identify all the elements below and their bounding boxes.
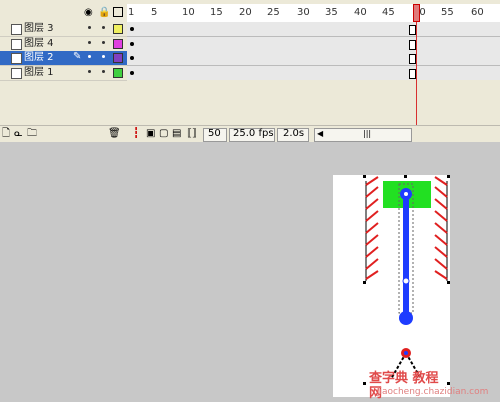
ruler-tick-label: 60 [471,7,484,18]
frame-row[interactable] [127,22,500,37]
frame-row[interactable] [127,36,500,52]
ruler-tick-label: 5 [151,7,158,18]
layer-row[interactable]: 图层 3 [0,22,127,37]
lock-toggle[interactable] [102,26,105,29]
visibility-toggle[interactable] [88,40,91,44]
outline-icon[interactable] [113,7,123,17]
ruler-tick-label: 55 [441,7,454,18]
ruler-tick-label: 20 [239,7,252,18]
layer-name: 图层 1 [24,66,54,78]
lock-icon[interactable]: 🔒 [98,7,110,19]
scroll-thumb-grip-icon[interactable]: ||| [363,127,371,141]
right-wall [434,176,448,281]
stage[interactable]: 查字典 教程网 jiaocheng.chazidian.com [333,175,488,401]
timeline-ruler[interactable]: 151015202530354045505560 [127,4,500,23]
layer-type-icon [11,53,22,64]
visibility-toggle[interactable] [88,69,91,73]
visibility-toggle[interactable] [88,26,91,29]
lock-toggle[interactable] [102,55,105,58]
end-frame-marker[interactable] [409,25,416,35]
onion-skin-icon[interactable]: ▣ [146,127,155,141]
elapsed-time: 2.0s [283,128,305,139]
timeline-status-bar: 🗋 ᓇ 🗀 🗑 ┇ ▣ ▢ ▤ ⟦⟧ 50 25.0 fps 2.0s ◀ ||… [0,125,500,143]
delete-layer-icon[interactable]: 🗑 [108,127,121,141]
frame-row[interactable] [127,51,500,66]
frame-rate: 25.0 fps [233,128,274,139]
outline-color-swatch[interactable] [113,38,123,49]
layer-list: 图层 3 图层 4 图层 2 ✎ 图层 1 [0,22,127,81]
ruler-tick-label: 30 [297,7,310,18]
frame-row[interactable] [127,65,500,80]
ruler-tick-label: 1 [128,7,135,18]
stage-artwork [363,175,450,385]
playhead-line [416,22,417,126]
layer-row[interactable]: 图层 4 [0,36,127,52]
frame-grid[interactable] [127,22,500,80]
layer-name: 图层 3 [24,23,54,34]
layer-name: 图层 4 [24,37,54,49]
end-frame-marker[interactable] [409,39,416,50]
ruler-tick-label: 15 [210,7,223,18]
left-wall [365,176,379,281]
ruler-tick-label: 45 [382,7,395,18]
modify-onion-markers-icon[interactable]: ⟦⟧ [187,127,197,141]
lock-toggle[interactable] [102,40,105,44]
insert-folder-icon[interactable]: 🗀 [27,127,37,141]
layer-type-icon [11,67,22,79]
center-frame-icon[interactable]: ┇ [133,127,139,141]
end-frame-marker[interactable] [409,68,416,79]
layer-row[interactable]: 图层 2 ✎ [0,51,127,66]
layer-type-icon [11,24,22,35]
onion-skin-outlines-icon[interactable]: ▢ [159,127,168,141]
edit-multiple-frames-icon[interactable]: ▤ [172,127,181,141]
keyframe-dot[interactable] [130,56,134,60]
layer-header: ◉ 🔒 [0,4,127,23]
ruler-tick-label: 40 [354,7,367,18]
end-frame-marker[interactable] [409,54,416,64]
add-layer-icon[interactable]: 🗋 [2,127,10,141]
pencil-icon: ✎ [73,51,82,62]
outline-color-swatch[interactable] [113,67,123,78]
layer-type-icon [11,38,22,50]
outline-color-swatch[interactable] [113,53,123,63]
eye-icon[interactable]: ◉ [84,7,93,19]
outline-color-swatch[interactable] [113,24,123,34]
layer-row[interactable]: 图层 1 [0,65,127,81]
ruler-tick-label: 10 [182,7,195,18]
layer-name: 图层 2 [24,52,54,63]
lock-toggle[interactable] [102,69,105,73]
visibility-toggle[interactable] [88,55,91,58]
scroll-left-icon[interactable]: ◀ [317,127,323,141]
ruler-tick-label: 25 [267,7,280,18]
current-frame: 50 [208,128,221,139]
ruler-tick-label: 35 [325,7,338,18]
add-motion-guide-icon[interactable]: ᓇ [14,127,23,141]
keyframe-dot[interactable] [130,27,134,31]
keyframe-dot[interactable] [130,41,134,46]
keyframe-dot[interactable] [130,70,134,75]
playhead[interactable] [413,4,420,22]
watermark-url: jiaocheng.chazidian.com [377,387,489,397]
